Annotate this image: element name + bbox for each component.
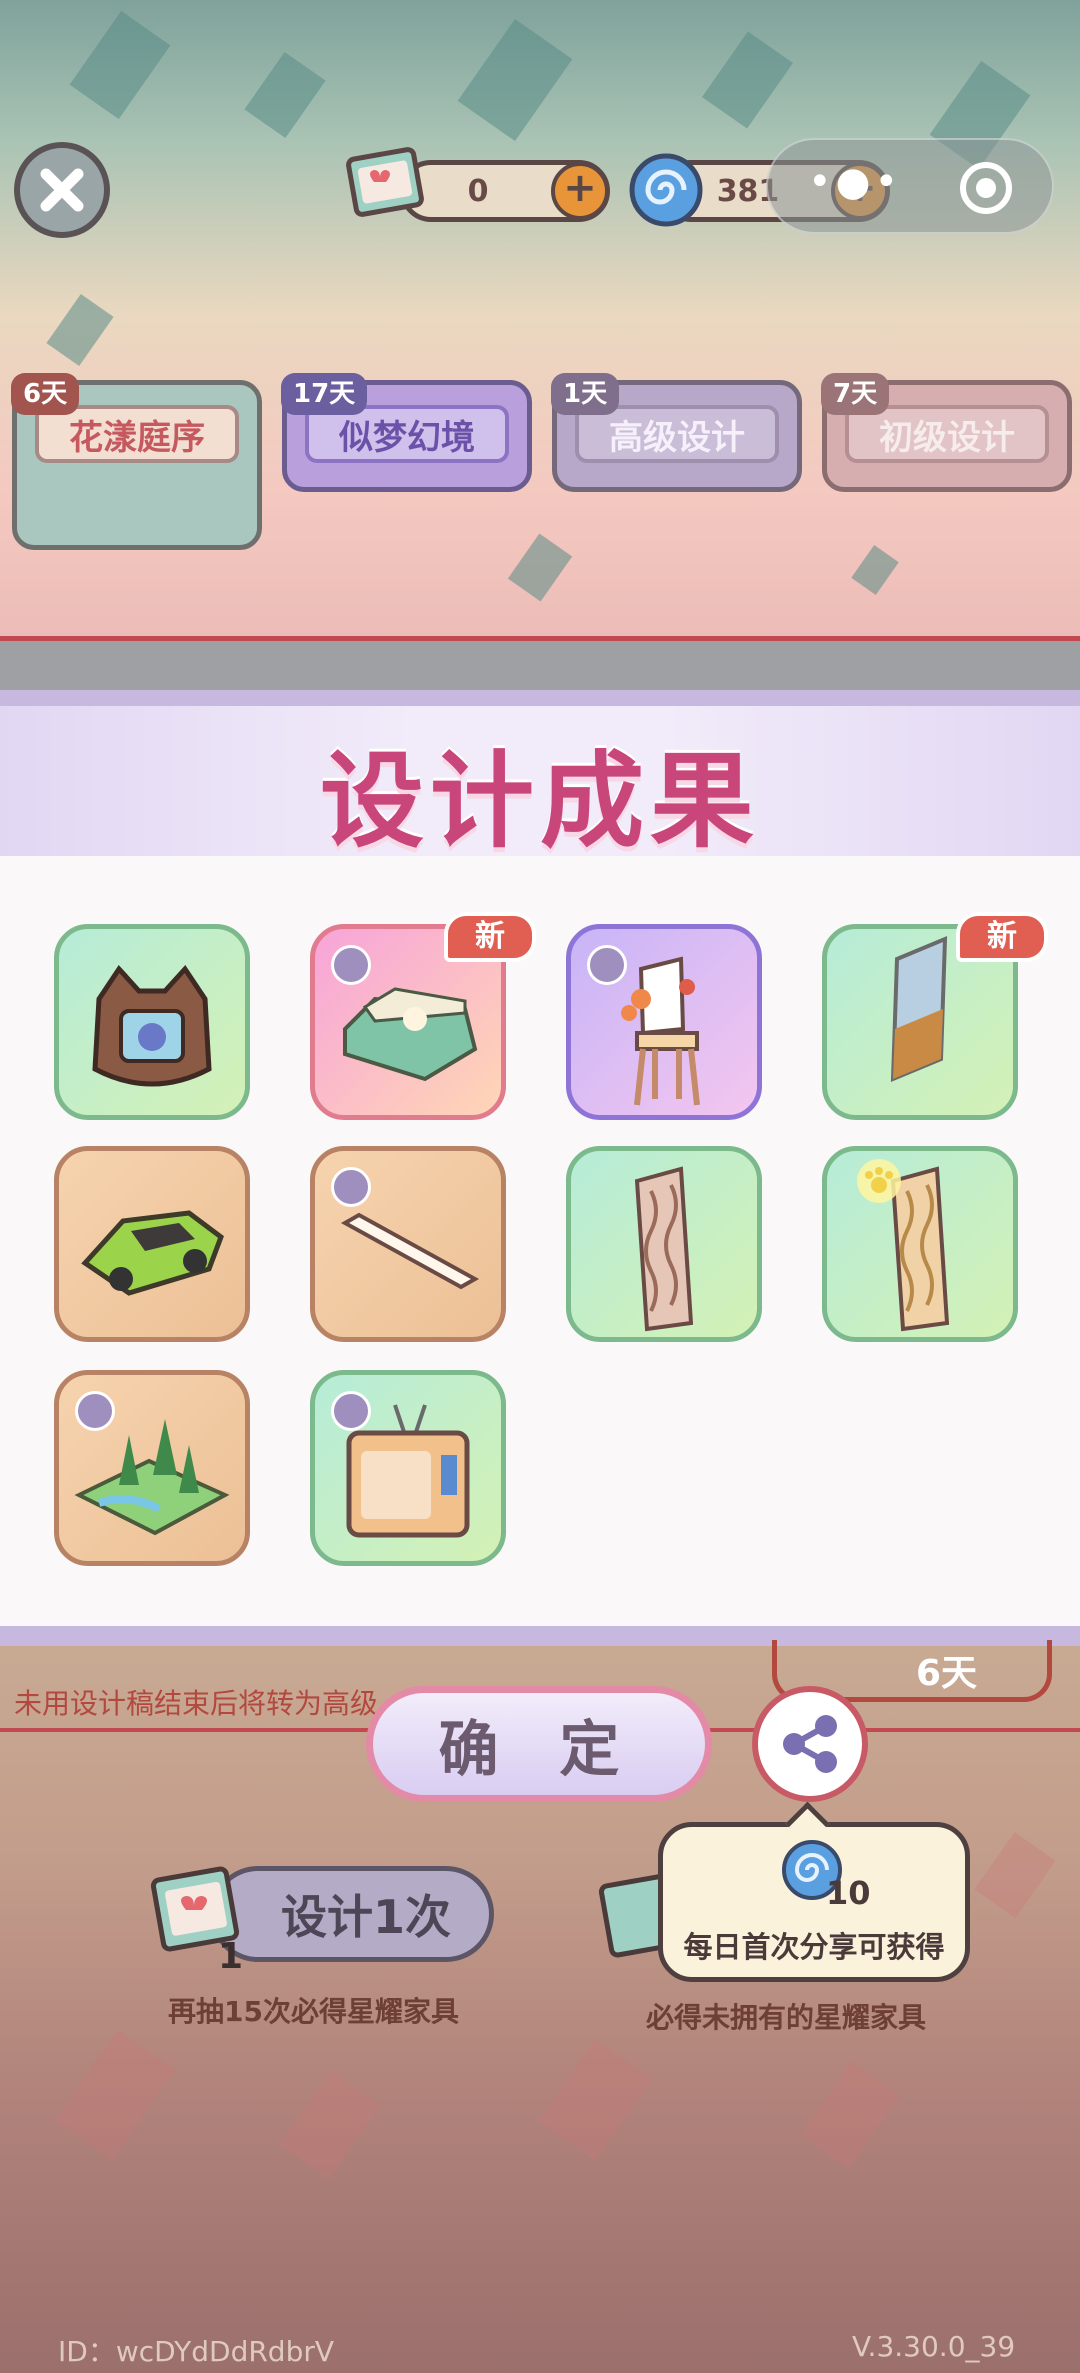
result-item[interactable]	[566, 924, 762, 1120]
furniture-tag-icon	[331, 1391, 371, 1431]
furniture-tag-icon	[331, 945, 371, 985]
result-item[interactable]	[566, 1146, 762, 1342]
tab-days-badge: 6天	[11, 373, 80, 415]
bear-frame-icon	[92, 964, 212, 1087]
more-menu-icon[interactable]: •●•	[808, 162, 902, 202]
panel-title: 设计成果	[319, 740, 760, 862]
result-item[interactable]	[822, 1146, 1018, 1342]
new-badge: 新	[956, 912, 1048, 962]
ticket-icon	[346, 147, 424, 217]
swirl-icon	[629, 153, 703, 227]
ticket-quantity: 1	[218, 1936, 244, 1977]
confirm-button[interactable]: 确 定	[366, 1686, 712, 1802]
result-item[interactable]	[310, 1370, 506, 1566]
reward-count: 10	[826, 1874, 871, 1912]
timer-text: 6天	[915, 1653, 977, 1694]
expiry-notice: 未用设计稿结束后将转为高级	[14, 1687, 379, 1720]
ticket-currency-pill: 0 +	[400, 160, 610, 222]
exit-target-icon[interactable]	[960, 162, 1012, 214]
pity-hint: 再抽15次必得星耀家具	[168, 1995, 459, 2028]
new-badge: 新	[444, 912, 536, 962]
tab-advanced-design[interactable]: 高级设计 1天	[551, 373, 802, 492]
add-ticket-button[interactable]: +	[551, 162, 609, 220]
divider	[0, 636, 1080, 641]
tab-flower-garden[interactable]: 花漾庭序 6天	[11, 373, 262, 550]
result-item[interactable]	[54, 924, 250, 1120]
share-button[interactable]	[752, 1686, 868, 1802]
result-item[interactable]	[54, 1146, 250, 1342]
design-ticket-icon	[598, 1872, 666, 1958]
mini-program-capsule: •●•	[766, 138, 1054, 234]
reward-text: 每日首次分享可获得	[683, 1930, 945, 1964]
design-once-button[interactable]: 设计1次	[210, 1866, 494, 1962]
tab-basic-design[interactable]: 初级设计 7天	[821, 373, 1072, 492]
furniture-tag-icon	[75, 1391, 115, 1431]
furniture-tag-icon	[587, 945, 627, 985]
version-label: V.3.30.0_39	[852, 2330, 1016, 2363]
close-icon	[40, 168, 84, 212]
furniture-tag-icon	[331, 1167, 371, 1207]
tab-days-badge: 17天	[281, 373, 368, 415]
share-icon	[783, 1715, 837, 1773]
result-item[interactable]	[310, 1146, 506, 1342]
guarantee-hint: 必得未拥有的星耀家具	[646, 2001, 927, 2034]
tab-dream-realm[interactable]: 似梦幻境 17天	[281, 373, 532, 492]
green-car-icon	[81, 1210, 224, 1296]
tab-days-badge: 1天	[551, 373, 620, 415]
lattice-screen-icon	[634, 1166, 694, 1332]
lattice-screen-paw-icon	[857, 1159, 950, 1332]
result-item[interactable]	[54, 1370, 250, 1566]
tab-days-badge: 7天	[821, 373, 890, 415]
close-button[interactable]	[14, 142, 110, 238]
user-id: ID：wcDYdDdRdbrV	[58, 2335, 335, 2368]
